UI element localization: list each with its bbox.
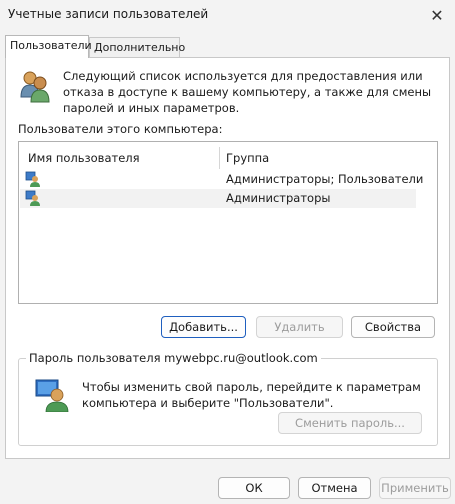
password-instructions: Чтобы изменить свой пароль, перейдите к … [82, 380, 421, 410]
password-group-legend: Пароль пользователя mywebpc.ru@outlook.c… [26, 351, 321, 365]
remove-user-button[interactable]: Удалить [256, 316, 343, 338]
change-password-button[interactable]: Сменить пароль... [278, 412, 422, 434]
column-header-username[interactable]: Имя пользователя [28, 151, 140, 165]
column-divider[interactable] [219, 147, 220, 169]
user-group: Администраторы [226, 191, 331, 205]
close-icon: ✕ [430, 5, 444, 25]
users-icon [20, 71, 50, 103]
tab-users[interactable]: Пользователи [5, 35, 92, 58]
title-bar: Учетные записи пользователей ✕ [0, 0, 455, 30]
user-icon [25, 171, 40, 187]
column-header-group[interactable]: Группа [226, 151, 269, 165]
users-description: Следующий список используется для предос… [63, 69, 432, 115]
ok-button[interactable]: ОК [218, 477, 290, 499]
table-row[interactable]: Администраторы [20, 189, 416, 208]
users-list-label: Пользователи этого компьютера: [18, 122, 223, 136]
user-icon [25, 190, 40, 206]
properties-button[interactable]: Свойства [351, 316, 435, 338]
user-password-icon [35, 379, 69, 412]
add-user-button[interactable]: Добавить... [161, 316, 246, 338]
tab-advanced[interactable]: Дополнительно [89, 37, 185, 57]
close-button[interactable]: ✕ [419, 0, 455, 30]
user-group: Администраторы; Пользователи [226, 172, 424, 186]
cancel-button[interactable]: Отмена [298, 477, 371, 499]
apply-button[interactable]: Применить [379, 477, 451, 499]
users-list[interactable]: Имя пользователя Группа Администраторы; … [18, 141, 438, 304]
window-title: Учетные записи пользователей [8, 7, 209, 21]
table-row[interactable]: Администраторы; Пользователи [20, 170, 423, 189]
